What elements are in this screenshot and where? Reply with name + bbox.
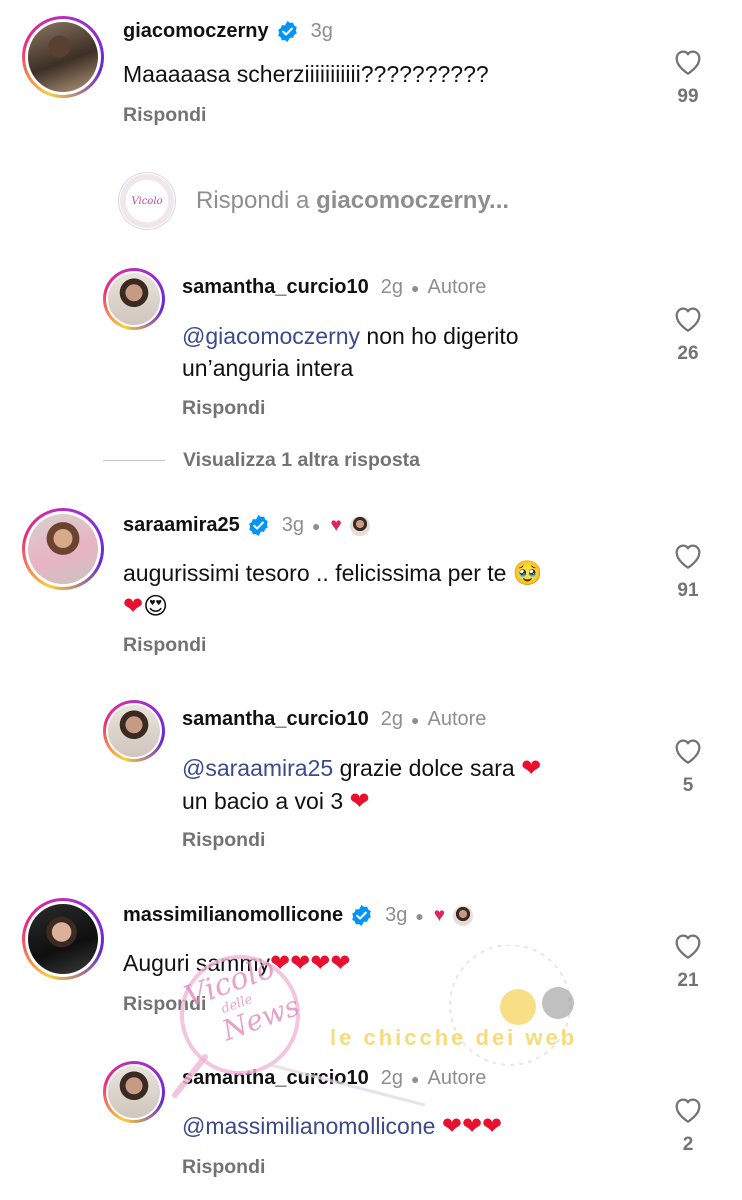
- comment-username[interactable]: saraamira25: [123, 514, 240, 537]
- red-heart-icon: ❤: [521, 755, 542, 782]
- separator-dot: ●: [312, 517, 321, 534]
- comment-text: Maaaaasa scherziiiiiiiiiii??????????: [123, 61, 489, 87]
- view-more-label: Visualizza 1 altra risposta: [183, 449, 420, 471]
- like-button[interactable]: 26: [668, 303, 708, 365]
- avatar[interactable]: [103, 1061, 165, 1123]
- comment-time: 3g: [385, 904, 408, 926]
- red-heart-icon: ❤❤❤: [441, 1113, 503, 1140]
- comment-text: augurissimi tesoro .. felicissima per te…: [123, 560, 543, 620]
- red-heart-icon: ❤: [349, 788, 370, 815]
- heart-outline-icon: [675, 934, 701, 959]
- watermark-tagline: le chicche dei web: [330, 1025, 578, 1050]
- reply-button[interactable]: Rispondi: [123, 104, 206, 127]
- like-count: 91: [677, 580, 699, 601]
- comment-username[interactable]: samantha_curcio10: [182, 276, 369, 299]
- verified-badge-icon: [247, 514, 270, 537]
- like-button[interactable]: 21: [668, 930, 708, 992]
- heart-outline-icon: [675, 544, 701, 569]
- creator-liked-avatar: [349, 515, 370, 536]
- separator-dot: ●: [411, 1070, 420, 1087]
- comment-username[interactable]: samantha_curcio10: [182, 1067, 369, 1090]
- comment-time: 2g: [380, 708, 404, 730]
- separator-dot: ●: [411, 711, 420, 728]
- red-heart-icon: ❤❤❤❤: [269, 950, 351, 977]
- avatar[interactable]: [103, 268, 165, 330]
- comment-text: @massimilianomollicone ❤❤❤: [182, 1110, 502, 1143]
- pleading-face-emoji: 🥹: [512, 560, 543, 587]
- creator-liked-avatar: [453, 905, 474, 926]
- comment-text: Auguri sammy❤❤❤❤: [123, 950, 351, 977]
- author-badge: Autore: [427, 1067, 487, 1089]
- avatar[interactable]: [22, 898, 104, 980]
- mention-link[interactable]: @massimilianomollicone: [182, 1113, 435, 1139]
- reply-button[interactable]: Rispondi: [123, 634, 206, 657]
- like-count: 5: [682, 775, 694, 796]
- reply-button[interactable]: Rispondi: [182, 829, 265, 852]
- avatar: Vicolo: [118, 172, 176, 230]
- avatar[interactable]: [103, 700, 165, 762]
- like-count: 26: [677, 343, 699, 364]
- separator-dot: ●: [415, 907, 424, 924]
- comment-text: @giacomoczerny non ho digerito un’anguri…: [182, 323, 519, 381]
- comment-username[interactable]: massimilianomollicone: [123, 904, 343, 927]
- reply-button[interactable]: Rispondi: [182, 1156, 265, 1179]
- like-count: 99: [677, 86, 699, 107]
- comment-username[interactable]: giacomoczerny: [123, 20, 269, 43]
- like-button[interactable]: 91: [668, 540, 708, 602]
- reply-input[interactable]: Vicolo Rispondi a giacomoczerny...: [118, 172, 509, 230]
- like-button[interactable]: 99: [668, 46, 708, 108]
- avatar[interactable]: [22, 508, 104, 590]
- reply-button[interactable]: Rispondi: [123, 993, 206, 1016]
- like-count: 2: [682, 1134, 694, 1155]
- author-badge: Autore: [427, 276, 487, 298]
- comment-time: 2g: [380, 276, 404, 298]
- like-count: 21: [677, 970, 699, 991]
- heart-eyes-emoji: 😍: [143, 593, 169, 620]
- watermark-logo: Vicolo: [131, 195, 163, 207]
- reply-placeholder: Rispondi a giacomoczerny...: [196, 187, 510, 214]
- verified-badge-icon: [276, 20, 299, 43]
- comment-time: 3g: [281, 514, 305, 536]
- author-badge: Autore: [427, 708, 487, 730]
- heart-outline-icon: [675, 50, 701, 75]
- red-heart-icon: ♥: [433, 904, 446, 926]
- reply-button[interactable]: Rispondi: [182, 397, 265, 420]
- divider: [103, 460, 165, 461]
- view-more-replies[interactable]: Visualizza 1 altra risposta: [103, 449, 420, 472]
- separator-dot: ●: [411, 279, 420, 296]
- mention-link[interactable]: @giacomoczerny: [182, 323, 360, 349]
- comment-username[interactable]: samantha_curcio10: [182, 708, 369, 731]
- red-heart-icon: ❤: [123, 593, 144, 620]
- red-heart-icon: ♥: [330, 514, 342, 536]
- comment-text: @saraamira25 grazie dolce sara ❤ un baci…: [182, 755, 542, 815]
- heart-outline-icon: [675, 1098, 701, 1123]
- avatar[interactable]: [22, 16, 104, 98]
- like-button[interactable]: 5: [668, 735, 708, 797]
- verified-badge-icon: [350, 904, 373, 927]
- heart-outline-icon: [675, 739, 701, 764]
- heart-outline-icon: [675, 307, 701, 332]
- comment-time: 3g: [310, 20, 333, 42]
- mention-link[interactable]: @saraamira25: [182, 755, 333, 781]
- like-button[interactable]: 2: [668, 1094, 708, 1156]
- comment-time: 2g: [380, 1067, 404, 1089]
